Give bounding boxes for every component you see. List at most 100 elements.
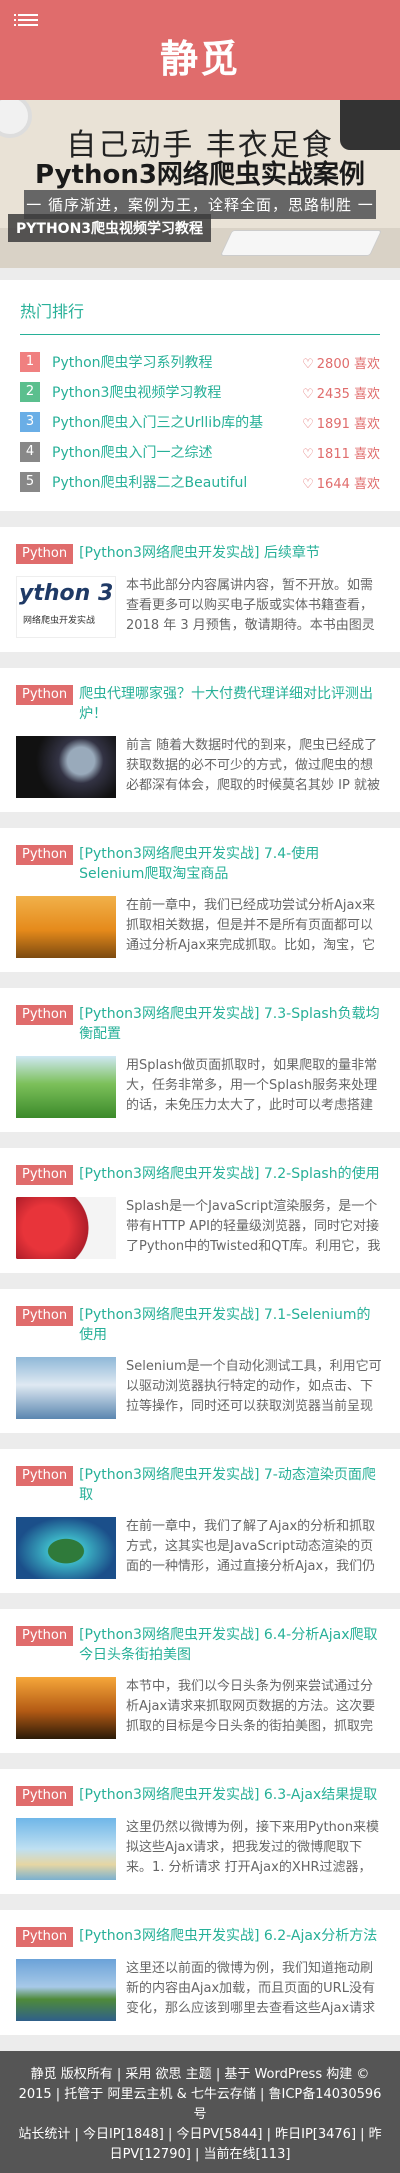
post-title-link[interactable]: [Python3网络爬虫开发实战] 后续章节	[79, 543, 320, 563]
like-count[interactable]: ♡ 1644 喜欢	[302, 473, 380, 492]
post-body: Selenium是一个自动化测试工具，利用它可以驱动浏览器执行特定的动作，如点击…	[16, 1357, 384, 1419]
post-body: 在前一章中，我们了解了Ajax的分析和抓取方式，这其实也是JavaScript动…	[16, 1517, 384, 1579]
hot-item-link[interactable]: Python3爬虫视频学习教程	[52, 382, 296, 402]
post-title-link[interactable]: [Python3网络爬虫开发实战] 7.4-使用Selenium爬取淘宝商品	[79, 844, 384, 884]
post-excerpt: 在前一章中，我们已经成功尝试分析Ajax来抓取相关数据，但是并不是所有页面都可以…	[126, 898, 376, 953]
post-body: Splash是一个JavaScript渲染服务，是一个带有HTTP API的轻量…	[16, 1197, 384, 1259]
banner-title: Python3网络爬虫实战案例	[35, 160, 365, 190]
like-count[interactable]: ♡ 2435 喜欢	[302, 383, 380, 402]
like-count-text: 1811 喜欢	[316, 446, 380, 462]
post-card: Python [Python3网络爬虫开发实战] 6.2-Ajax分析方法这里还以…	[0, 1910, 400, 2035]
hot-item-link[interactable]: Python爬虫入门三之Urllib库的基	[52, 412, 296, 432]
hot-item: 5 Python爬虫利器二之Beautiful ♡ 1644 喜欢	[20, 467, 380, 497]
post-title-link[interactable]: [Python3网络爬虫开发实战] 7.2-Splash的使用	[79, 1164, 380, 1184]
heart-icon: ♡	[302, 356, 314, 372]
post-title-link[interactable]: [Python3网络爬虫开发实战] 6.4-分析Ajax爬取今日头条街拍美图	[79, 1625, 384, 1665]
post-title-link[interactable]: [Python3网络爬虫开发实战] 7.1-Selenium的使用	[79, 1305, 384, 1345]
category-tag[interactable]: Python	[16, 1005, 74, 1025]
post-thumbnail[interactable]	[16, 736, 116, 798]
post-excerpt: Selenium是一个自动化测试工具，利用它可以驱动浏览器执行特定的动作，如点击…	[126, 1359, 382, 1414]
post-thumbnail[interactable]	[16, 1677, 116, 1739]
post-list: Python [Python3网络爬虫开发实战] 后续章节 ython 3 网络爬虫开…	[0, 527, 400, 2035]
rank-badge: 4	[20, 442, 40, 462]
post-thumbnail[interactable]: ython 3 网络爬虫开发实战	[16, 576, 116, 638]
post-excerpt: 本书此部分内容属讲内容，暂不开放。如需查看更多可以购买电子版或实体书籍查看，20…	[126, 578, 375, 633]
hot-item-link[interactable]: Python爬虫学习系列教程	[52, 352, 296, 372]
post-excerpt: Splash是一个JavaScript渲染服务，是一个带有HTTP API的轻量…	[126, 1199, 381, 1254]
like-count[interactable]: ♡ 2800 喜欢	[302, 353, 380, 372]
hot-ranking-panel: 热门排行 1 Python爬虫学习系列教程 ♡ 2800 喜欢 2 Python3爬虫视频…	[0, 280, 400, 511]
post-excerpt: 这里还以前面的微博为例，我们知道拖动刷新的内容由Ajax加载，而且页面的URL没…	[126, 1961, 376, 2016]
post-card: Python [Python3网络爬虫开发实战] 7.3-Splash负载均衡配置…	[0, 988, 400, 1132]
heart-icon: ♡	[302, 476, 314, 492]
hot-item-link[interactable]: Python爬虫入门一之综述	[52, 442, 296, 462]
post-card: Python [Python3网络爬虫开发实战] 6.4-分析Ajax爬取今日头条…	[0, 1609, 400, 1753]
post-thumbnail[interactable]	[16, 1517, 116, 1579]
keyboard-illustration	[219, 230, 383, 256]
post-header: Python [Python3网络爬虫开发实战] 6.2-Ajax分析方法	[16, 1926, 384, 1947]
rank-badge: 3	[20, 412, 40, 432]
post-excerpt: 前言 随着大数据时代的到来，爬虫已经成了获取数据的必不可少的方式，做过爬虫的想必…	[126, 738, 380, 793]
post-card: Python 爬虫代理哪家强？十大付费代理详细对比评测出炉！ 前言 随着大数据时代的…	[0, 668, 400, 812]
post-header: Python [Python3网络爬虫开发实战] 7.2-Splash的使用	[16, 1164, 384, 1185]
category-tag[interactable]: Python	[16, 1626, 74, 1646]
category-tag[interactable]: Python	[16, 1927, 74, 1947]
post-title-link[interactable]: [Python3网络爬虫开发实战] 6.3-Ajax结果提取	[79, 1785, 377, 1805]
thumb-text: ython 3	[19, 581, 114, 606]
post-title-link[interactable]: [Python3网络爬虫开发实战] 6.2-Ajax分析方法	[79, 1926, 377, 1946]
category-tag[interactable]: Python	[16, 1466, 74, 1486]
post-thumbnail[interactable]	[16, 1056, 116, 1118]
post-excerpt: 这里仍然以微博为例，接下来用Python来模拟这些Ajax请求，把我发过的微博爬…	[126, 1820, 380, 1875]
post-card: Python [Python3网络爬虫开发实战] 7.1-Selenium的使用 S…	[0, 1289, 400, 1433]
hot-ranking-title: 热门排行	[20, 298, 380, 335]
banner-caption[interactable]: PYTHON3爬虫视频学习教程	[8, 214, 212, 242]
category-tag[interactable]: Python	[16, 845, 74, 865]
rank-badge: 5	[20, 472, 40, 492]
post-card: Python [Python3网络爬虫开发实战] 7-动态渲染页面爬取在前一章中，…	[0, 1449, 400, 1593]
hot-ranking-list: 1 Python爬虫学习系列教程 ♡ 2800 喜欢 2 Python3爬虫视频学习教程 ♡…	[20, 347, 380, 497]
category-tag[interactable]: Python	[16, 1306, 74, 1326]
post-header: Python [Python3网络爬虫开发实战] 后续章节	[16, 543, 384, 564]
post-header: Python [Python3网络爬虫开发实战] 7.3-Splash负载均衡配置	[16, 1004, 384, 1044]
heart-icon: ♡	[302, 446, 314, 462]
post-title-link[interactable]: [Python3网络爬虫开发实战] 7-动态渲染页面爬取	[79, 1465, 384, 1505]
post-thumbnail[interactable]	[16, 1818, 116, 1880]
post-body: 本节中，我们以今日头条为例来尝试通过分析Ajax请求来抓取网页数据的方法。这次要…	[16, 1677, 384, 1739]
like-count[interactable]: ♡ 1811 喜欢	[302, 443, 380, 462]
like-count-text: 1891 喜欢	[316, 416, 380, 432]
post-header: Python 爬虫代理哪家强？十大付费代理详细对比评测出炉！	[16, 684, 384, 724]
post-excerpt: 本节中，我们以今日头条为例来尝试通过分析Ajax请求来抓取网页数据的方法。这次要…	[126, 1679, 376, 1734]
post-title-link[interactable]: 爬虫代理哪家强？十大付费代理详细对比评测出炉！	[79, 684, 384, 724]
heart-icon: ♡	[302, 386, 314, 402]
like-count[interactable]: ♡ 1891 喜欢	[302, 413, 380, 432]
footer-copyright: 静觅 版权所有 | 采用 欲思 主题 | 基于 WordPress 构建 © 2…	[18, 2067, 382, 2122]
post-header: Python [Python3网络爬虫开发实战] 7.1-Selenium的使用	[16, 1305, 384, 1345]
post-thumbnail[interactable]	[16, 1197, 116, 1259]
category-tag[interactable]: Python	[16, 1786, 74, 1806]
post-excerpt: 用Splash做页面抓取时，如果爬取的量非常大，任务非常多，用一个Splash服…	[126, 1058, 378, 1113]
rank-badge: 2	[20, 382, 40, 402]
category-tag[interactable]: Python	[16, 1165, 74, 1185]
post-card: Python [Python3网络爬虫开发实战] 7.4-使用Selenium爬取…	[0, 828, 400, 972]
hot-item-link[interactable]: Python爬虫利器二之Beautiful	[52, 472, 296, 492]
like-count-text: 2800 喜欢	[316, 356, 380, 372]
category-tag[interactable]: Python	[16, 685, 74, 705]
post-body: 前言 随着大数据时代的到来，爬虫已经成了获取数据的必不可少的方式，做过爬虫的想必…	[16, 736, 384, 798]
like-count-text: 2435 喜欢	[316, 386, 380, 402]
post-thumbnail[interactable]	[16, 1357, 116, 1419]
post-thumbnail[interactable]	[16, 896, 116, 958]
menu-icon[interactable]	[14, 14, 38, 28]
post-header: Python [Python3网络爬虫开发实战] 7.4-使用Selenium爬取…	[16, 844, 384, 884]
promo-banner[interactable]: 自己动手 丰衣足食 Python3网络爬虫实战案例 一 循序渐进，案例为王，诠释…	[0, 100, 400, 268]
site-title[interactable]: 静觅	[0, 28, 400, 83]
post-body: 在前一章中，我们已经成功尝试分析Ajax来抓取相关数据，但是并不是所有页面都可以…	[16, 896, 384, 958]
post-title-link[interactable]: [Python3网络爬虫开发实战] 7.3-Splash负载均衡配置	[79, 1004, 384, 1044]
hot-item: 1 Python爬虫学习系列教程 ♡ 2800 喜欢	[20, 347, 380, 377]
post-header: Python [Python3网络爬虫开发实战] 6.3-Ajax结果提取	[16, 1785, 384, 1806]
post-card: Python [Python3网络爬虫开发实战] 后续章节 ython 3 网络爬虫开…	[0, 527, 400, 652]
like-count-text: 1644 喜欢	[316, 476, 380, 492]
site-footer: 静觅 版权所有 | 采用 欲思 主题 | 基于 WordPress 构建 © 2…	[0, 2051, 400, 2173]
hot-item: 4 Python爬虫入门一之综述 ♡ 1811 喜欢	[20, 437, 380, 467]
category-tag[interactable]: Python	[16, 544, 74, 564]
rank-badge: 1	[20, 352, 40, 372]
